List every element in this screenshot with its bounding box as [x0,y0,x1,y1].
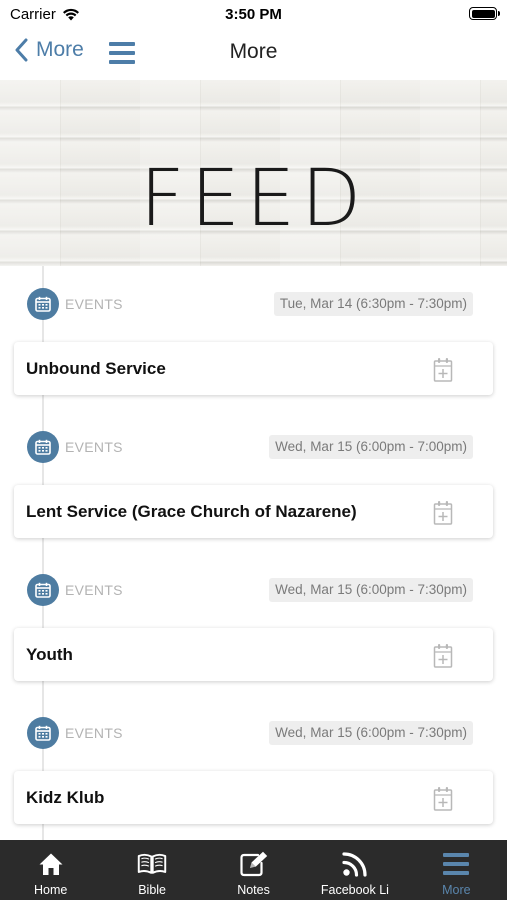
tab-facebook-live-label: Facebook Li [320,883,389,897]
event-title: Unbound Service [26,359,166,378]
calendar-icon [27,288,59,320]
add-to-calendar-icon[interactable] [433,786,453,812]
banner-title: FEED [139,154,368,244]
navigation-bar: More More [0,30,507,78]
tab-more[interactable]: More [406,840,507,900]
home-icon [36,850,66,878]
category-label: EVENTS [65,296,123,312]
add-to-calendar-icon[interactable] [433,643,453,669]
event-date-chip: Tue, Mar 14 (6:30pm - 7:30pm) [273,292,473,316]
tab-bible-label: Bible [138,883,166,897]
event-date-chip: Wed, Mar 15 (6:00pm - 7:30pm) [269,578,473,602]
feed-item: EVENTS Wed, Mar 15 (6:00pm - 7:30pm) Kid… [0,695,507,838]
battery-icon [469,7,500,20]
event-card[interactable]: Kidz Klub [14,771,493,824]
tab-notes-label: Notes [237,883,270,897]
tab-home-label: Home [34,883,68,897]
tab-notes[interactable]: Notes [203,840,304,900]
calendar-icon [27,717,59,749]
status-time: 3:50 PM [225,6,282,23]
tab-more-label: More [442,883,471,897]
feed-item: EVENTS Wed, Mar 15 (6:00pm - 7:30pm) You… [0,552,507,695]
tab-facebook-live[interactable]: Facebook Li [304,840,405,900]
feed-item: EVENTS Tue, Mar 14 (6:30pm - 7:30pm) Unb… [0,266,507,409]
calendar-icon [27,574,59,606]
tab-bar: Home Bible Notes Facebook Li More [0,840,507,900]
page-title: More [229,40,278,63]
add-to-calendar-icon[interactable] [433,357,453,383]
tab-home[interactable]: Home [0,840,101,900]
tab-bible[interactable]: Bible [101,840,202,900]
book-icon [137,850,167,878]
feed-banner: FEED [0,80,507,266]
notes-icon [239,850,269,878]
event-title: Kidz Klub [26,788,105,807]
menu-icon [441,850,471,878]
event-card[interactable]: Lent Service (Grace Church of Nazarene) [14,485,493,538]
feed-list[interactable]: EVENTS Tue, Mar 14 (6:30pm - 7:30pm) Unb… [0,266,507,840]
feed-item: EVENTS Wed, Mar 15 (6:00pm - 7:00pm) Len… [0,409,507,552]
feed-item-header: EVENTS Wed, Mar 15 (6:00pm - 7:30pm) [0,574,507,606]
event-card[interactable]: Youth [14,628,493,681]
calendar-icon [27,431,59,463]
feed-item-header: EVENTS Wed, Mar 15 (6:00pm - 7:30pm) [0,717,507,749]
event-title: Youth [26,645,73,664]
category-label: EVENTS [65,725,123,741]
event-date-chip: Wed, Mar 15 (6:00pm - 7:00pm) [269,435,473,459]
event-title: Lent Service (Grace Church of Nazarene) [26,502,357,521]
event-card[interactable]: Unbound Service [14,342,493,395]
feed-item-header: EVENTS Tue, Mar 14 (6:30pm - 7:30pm) [0,288,507,320]
category-label: EVENTS [65,439,123,455]
feed-item-header: EVENTS Wed, Mar 15 (6:00pm - 7:00pm) [0,431,507,463]
add-to-calendar-icon[interactable] [433,500,453,526]
rss-icon [340,850,370,878]
event-date-chip: Wed, Mar 15 (6:00pm - 7:30pm) [269,721,473,745]
category-label: EVENTS [65,582,123,598]
status-bar: Carrier 3:50 PM [0,0,507,30]
